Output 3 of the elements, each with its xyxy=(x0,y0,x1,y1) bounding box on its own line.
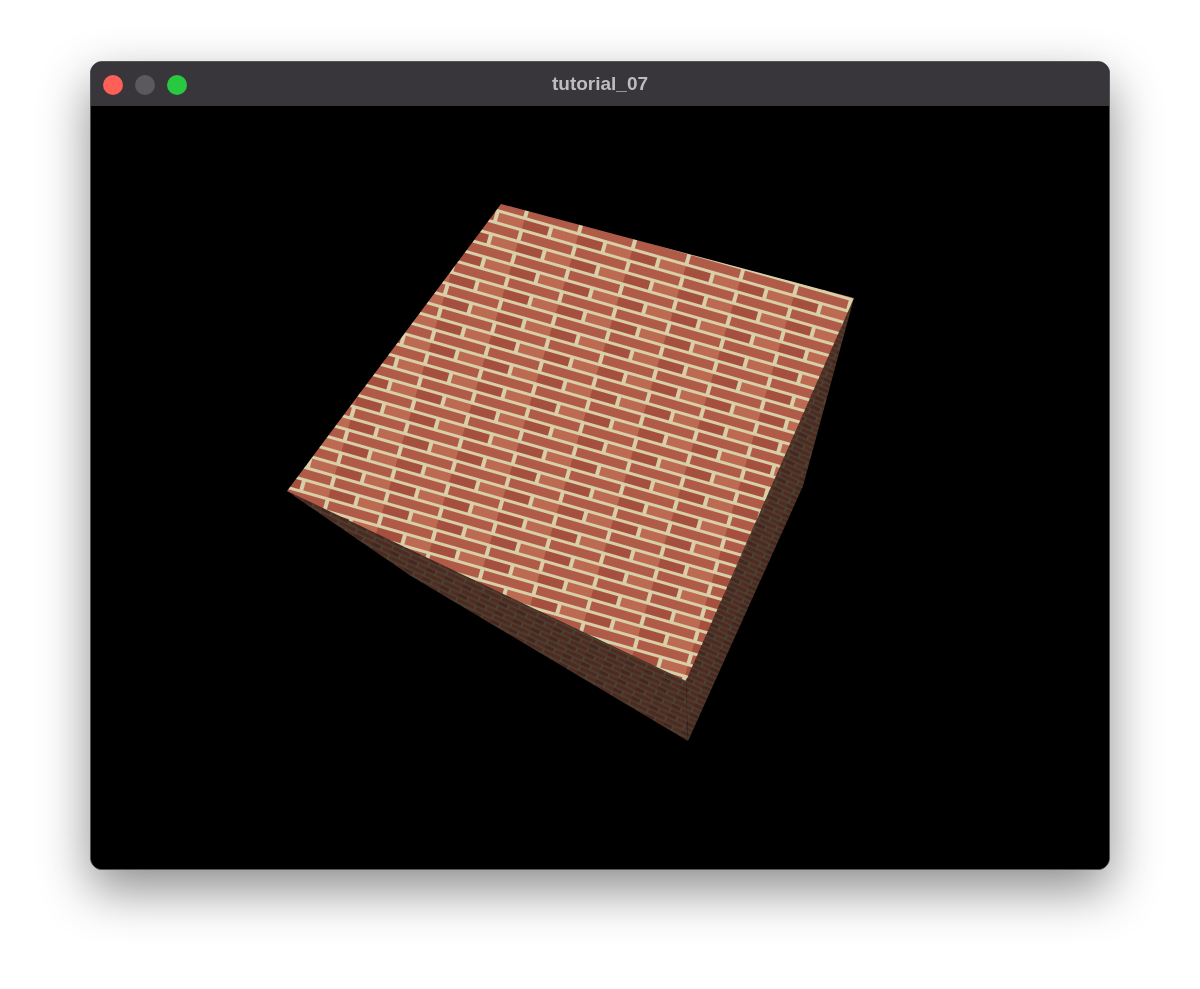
close-button[interactable] xyxy=(103,75,123,95)
zoom-button[interactable] xyxy=(167,75,187,95)
window-title: tutorial_07 xyxy=(551,73,649,95)
